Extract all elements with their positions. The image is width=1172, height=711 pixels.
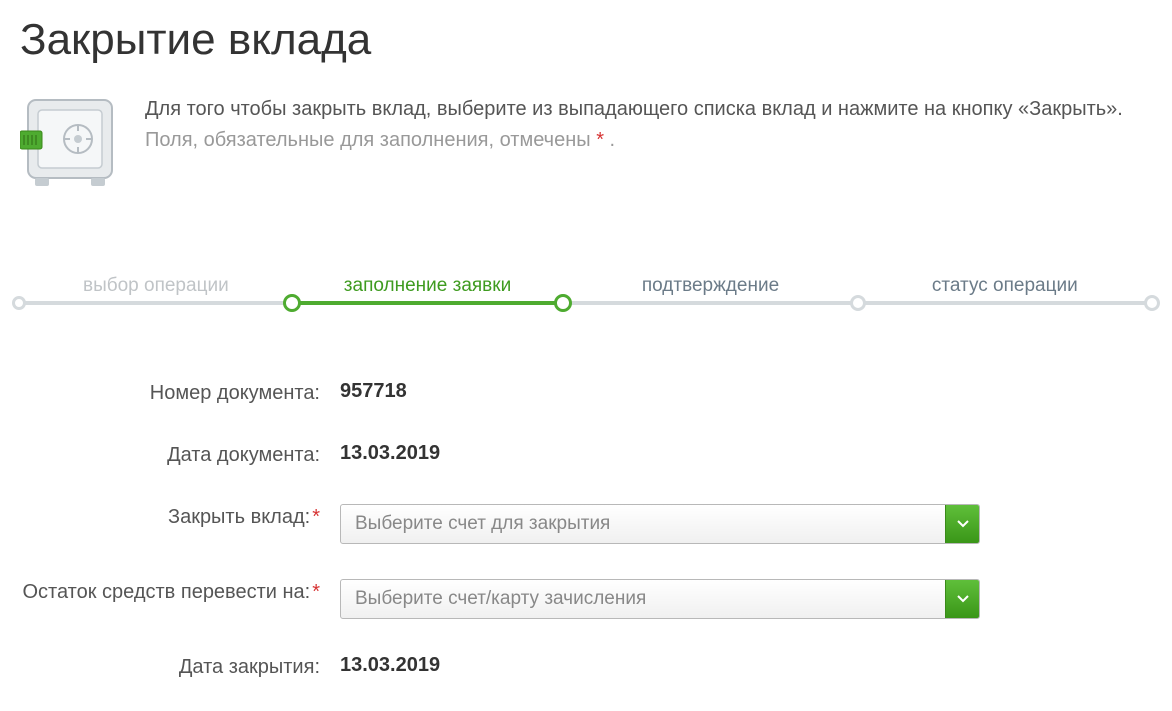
required-asterisk-icon: * [596,129,604,151]
close-deposit-dropdown[interactable]: Выберите счет для закрытия [340,504,980,544]
doc-date-label: Дата документа: [20,437,340,469]
stepper-step-3: подтверждение [563,275,857,305]
page-title: Закрытие вклада [0,0,1172,95]
form-row-doc-date: Дата документа: 13.03.2019 [20,437,1152,469]
required-asterisk-icon: * [312,581,320,603]
intro-text: Для того чтобы закрыть вклад, выберите и… [145,95,1123,155]
transfer-to-dropdown-text: Выберите счет/карту зачисления [341,580,945,618]
stepper-dot-icon [1144,295,1160,311]
stepper-step-2: заполнение заявки [292,275,564,305]
form-row-doc-number: Номер документа: 957718 [20,375,1152,407]
form-row-transfer-to: Остаток средств перевести на:* Выберите … [20,574,1152,619]
stepper-label-3: подтверждение [563,275,857,297]
close-date-label: Дата закрытия: [20,649,340,681]
form-section: Номер документа: 957718 Дата документа: … [0,375,1172,681]
close-deposit-label-text: Закрыть вклад: [168,506,310,528]
intro-note-suffix: . [604,129,615,151]
stepper-label-4: статус операции [858,275,1152,297]
chevron-down-icon [945,580,979,618]
form-row-close-deposit: Закрыть вклад:* Выберите счет для закрыт… [20,499,1152,544]
transfer-to-label-text: Остаток средств перевести на: [23,581,311,603]
progress-stepper: выбор операции заполнение заявки подтвер… [20,275,1152,315]
intro-section: Для того чтобы закрыть вклад, выберите и… [0,95,1172,225]
stepper-label-1: выбор операции [20,275,292,297]
intro-text-note: Поля, обязательные для заполнения, отмеч… [145,126,1123,155]
safe-icon [20,95,120,195]
required-asterisk-icon: * [312,506,320,528]
doc-number-label: Номер документа: [20,375,340,407]
stepper-label-2: заполнение заявки [292,275,564,297]
chevron-down-icon [945,505,979,543]
intro-note-prefix: Поля, обязательные для заполнения, отмеч… [145,129,596,151]
stepper-step-4: статус операции [858,275,1152,305]
doc-date-value: 13.03.2019 [340,437,1152,465]
intro-text-main: Для того чтобы закрыть вклад, выберите и… [145,95,1123,124]
transfer-to-dropdown[interactable]: Выберите счет/карту зачисления [340,579,980,619]
close-deposit-dropdown-text: Выберите счет для закрытия [341,505,945,543]
stepper-dot-icon [12,296,26,310]
close-date-value: 13.03.2019 [340,649,1152,677]
form-row-close-date: Дата закрытия: 13.03.2019 [20,649,1152,681]
doc-number-value: 957718 [340,375,1152,403]
transfer-to-label: Остаток средств перевести на:* [20,574,340,606]
close-deposit-label: Закрыть вклад:* [20,499,340,531]
stepper-step-1: выбор операции [20,275,292,305]
